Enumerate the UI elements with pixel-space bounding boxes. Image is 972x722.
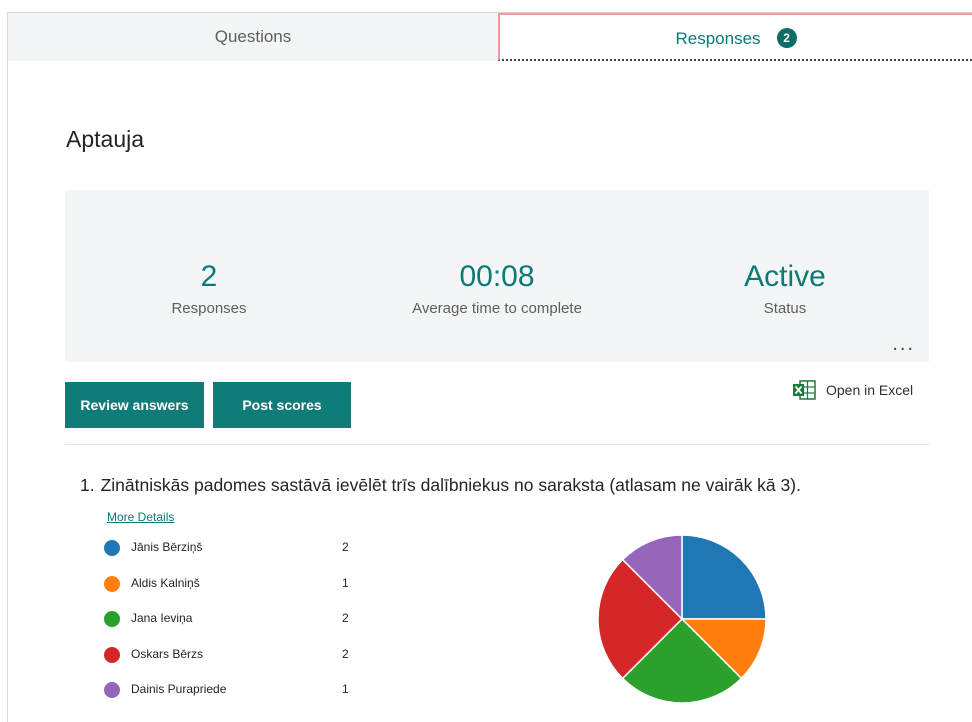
- legend-color-dot: [104, 540, 120, 556]
- pie-slice: [681, 534, 767, 620]
- open-in-excel-link[interactable]: Open in Excel: [792, 377, 913, 403]
- tab-bar: Questions Responses 2: [8, 13, 972, 61]
- legend-label: Jana Ieviņa: [131, 611, 193, 625]
- answer-legend: Jānis Bērziņš 2 Aldis Kalniņš 1 Jana Iev…: [104, 537, 364, 715]
- legend-count: 1: [342, 575, 349, 590]
- post-scores-button[interactable]: Post scores: [213, 382, 351, 428]
- legend-label: Jānis Bērziņš: [131, 540, 203, 554]
- responses-stat: 2 Responses: [79, 260, 339, 317]
- open-in-excel-label: Open in Excel: [826, 382, 914, 398]
- legend-label: Aldis Kalniņš: [131, 575, 200, 590]
- responses-pie-chart: [597, 534, 767, 704]
- legend-color-dot: [104, 611, 120, 627]
- responses-count-badge: 2: [776, 28, 797, 48]
- question-text: Zinātniskās padomes sastāvā ievēlēt trīs…: [100, 475, 801, 495]
- legend-count: 2: [342, 611, 349, 625]
- legend-color-dot: [104, 575, 120, 592]
- legend-item: Jana Ieviņa 2: [104, 608, 364, 644]
- legend-color-dot: [104, 646, 120, 663]
- tab-questions[interactable]: Questions: [8, 13, 498, 61]
- tab-responses[interactable]: Responses 2: [498, 13, 972, 61]
- avg-time-value: 00:08: [459, 260, 535, 293]
- legend-item: Aldis Kalniņš 1: [104, 573, 364, 609]
- legend-count: 2: [342, 540, 349, 554]
- more-details-link[interactable]: More Details: [107, 510, 174, 524]
- legend-count: 2: [342, 646, 349, 661]
- avg-time-stat: 00:08 Average time to complete: [367, 260, 627, 317]
- status-label: Status: [763, 300, 807, 317]
- responses-count: 2: [200, 260, 218, 293]
- responses-stat-label: Responses: [171, 300, 247, 317]
- legend-label: Oskars Bērzs: [131, 646, 204, 661]
- question-title: 1. Zinātniskās padomes sastāvā ievēlēt tr…: [80, 475, 801, 496]
- excel-icon: [792, 379, 816, 401]
- summary-card: 2 Responses 00:08 Average time to comple…: [65, 190, 929, 362]
- legend-item: Dainis Purapriede 1: [104, 679, 364, 715]
- avg-time-label: Average time to complete: [412, 300, 582, 317]
- legend-label: Dainis Purapriede: [131, 682, 227, 696]
- tab-responses-label: Responses: [675, 29, 761, 48]
- tab-questions-label: Questions: [214, 27, 292, 46]
- more-options-icon[interactable]: ...: [892, 334, 915, 354]
- status-value: Active: [744, 260, 826, 293]
- legend-color-dot: [104, 682, 120, 698]
- section-divider: [65, 444, 929, 445]
- legend-item: Oskars Bērzs 2: [104, 644, 364, 680]
- question-number: 1.: [80, 475, 95, 495]
- status-stat: Active Status: [655, 260, 915, 317]
- legend-item: Jānis Bērziņš 2: [104, 537, 364, 573]
- legend-count: 1: [342, 682, 349, 696]
- form-title: Aptauja: [66, 126, 145, 152]
- review-answers-button[interactable]: Review answers: [65, 382, 204, 428]
